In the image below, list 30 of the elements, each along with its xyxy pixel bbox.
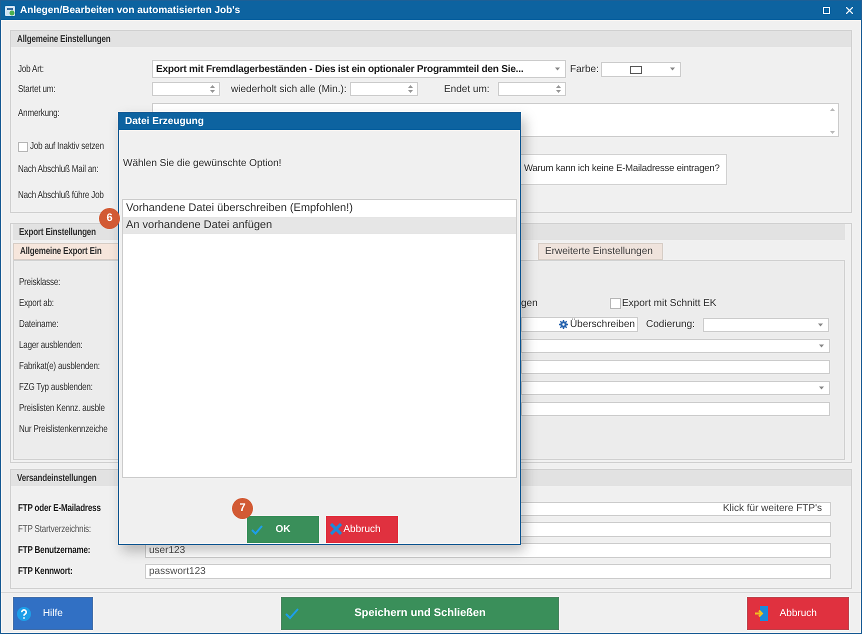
- dialog-title: Datei Erzeugung: [125, 115, 204, 129]
- field-label: Startet um:: [18, 82, 56, 96]
- field-label: Anmerkung:: [18, 107, 60, 121]
- field-label: Preislisten Kennz. ausble: [19, 402, 105, 416]
- window-title: Anlegen/Bearbeiten von automatisierten Job's: [20, 4, 240, 18]
- field-label: gen: [521, 297, 538, 311]
- field-label: Lager ausblenden:: [19, 339, 83, 353]
- field-label: FTP oder E-Mailadress: [18, 502, 101, 516]
- dialog-prompt: Wählen Sie die gewünschte Option!: [123, 157, 282, 171]
- section-title: Allgemeine Einstellungen: [17, 32, 111, 46]
- field-label: Export ab:: [19, 297, 54, 311]
- field-label: Job Art:: [18, 62, 44, 76]
- section-title: Versandeinstellungen: [17, 472, 96, 486]
- field-label: Farbe:: [570, 62, 599, 76]
- field-label: wiederholt sich alle (Min.):: [231, 82, 347, 96]
- field-label: Job auf Inaktiv setzen: [30, 140, 104, 154]
- field-label: Nur Preislistenkennzeiche: [19, 423, 108, 437]
- field-label: Endet um:: [444, 82, 490, 96]
- field-label: FTP Benutzername:: [18, 544, 90, 558]
- field-label: FZG Typ ausblenden:: [19, 381, 93, 395]
- section-title: Export Einstellungen: [19, 226, 96, 240]
- field-label: Nach Abschluß führe Job: [18, 188, 104, 202]
- field-label: Fabrikat(e) ausblenden:: [19, 360, 100, 374]
- field-label: FTP Startverzeichnis:: [18, 523, 91, 537]
- field-label: Codierung:: [646, 318, 695, 332]
- field-label: Dateiname:: [19, 318, 58, 332]
- field-label: Preisklasse:: [19, 276, 60, 290]
- field-label: FTP Kennwort:: [18, 565, 73, 579]
- field-label: Nach Abschluß Mail an:: [18, 163, 99, 177]
- field-label: Export mit Schnitt EK: [622, 297, 716, 311]
